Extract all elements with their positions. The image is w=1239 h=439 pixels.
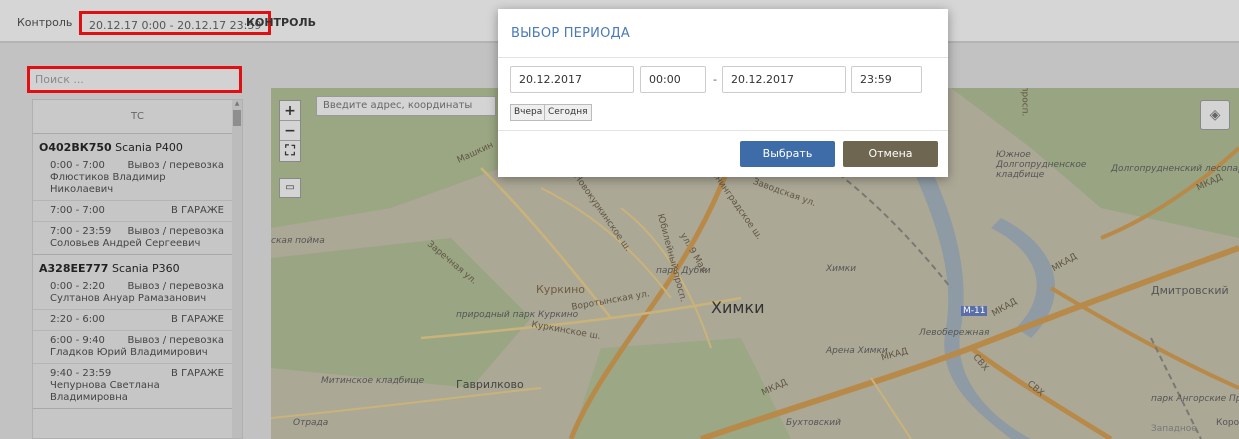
- trip-driver: Соловьев Андрей Сергеевич: [50, 238, 201, 249]
- trip-row[interactable]: 7:00 - 7:00 В ГАРАЖЕ: [33, 201, 232, 222]
- period-dialog: ВЫБОР ПЕРИОДА 20.12.2017 00:00 - 20.12.2…: [498, 9, 948, 177]
- map-label-gavrilkovo: Гаврилково: [456, 378, 524, 391]
- vehicle-list-panel: ТС О402ВК750 Scania P400 0:00 - 7:00 Выво…: [32, 99, 243, 439]
- range-dash: -: [713, 73, 717, 86]
- vehicle-title[interactable]: А328ЕЕ777 Scania P360: [33, 255, 242, 277]
- trip-type: В ГАРАЖЕ: [171, 368, 224, 379]
- trip-row[interactable]: 9:40 - 23:59 В ГАРАЖЕ Чепурнова Светлана …: [33, 364, 232, 408]
- map-label-dolgoprud-forest: Долгопрудненский лесопарк: [1111, 164, 1239, 174]
- dialog-divider: [498, 130, 948, 131]
- scroll-up-icon[interactable]: ▲: [233, 100, 241, 108]
- map-label-koro: Коро: [1216, 418, 1239, 428]
- trip-driver: Гладков Юрий Владимирович: [50, 347, 208, 358]
- zoom-in-button[interactable]: +: [280, 101, 300, 121]
- trip-driver: Чепурнова Светлана Владимировна: [50, 380, 160, 403]
- period-range-button[interactable]: 20.12.17 0:00 - 20.12.17 23:59: [79, 11, 272, 35]
- trip-time: 2:20 - 6:00: [50, 314, 105, 325]
- cancel-button[interactable]: Отмена: [843, 141, 938, 167]
- trip-time: 7:00 - 23:59: [50, 226, 112, 237]
- map-label-khimki: Химки: [711, 298, 765, 317]
- trip-type: Вывоз / перевозка: [127, 160, 225, 171]
- layers-icon[interactable]: ◈: [1200, 100, 1230, 130]
- trip-type: В ГАРАЖЕ: [171, 314, 224, 325]
- trip-row[interactable]: 6:00 - 9:40 Вывоз / перевозка Гладков Юри…: [33, 331, 232, 364]
- yesterday-button[interactable]: Вчера: [510, 104, 547, 121]
- trip-time: 0:00 - 2:20: [50, 281, 105, 292]
- zoom-out-button[interactable]: −: [280, 121, 300, 141]
- map-label-bukhta: Бухтовский: [786, 418, 841, 428]
- map-label-yuzhnoe: Южное Долгопрудненское кладбище: [996, 150, 1087, 180]
- time-from-input[interactable]: 00:00: [640, 66, 706, 93]
- trip-time: 6:00 - 9:40: [50, 335, 105, 346]
- trip-type: В ГАРАЖЕ: [171, 205, 224, 216]
- trip-driver: Флюстиков Владимир Николаевич: [50, 172, 166, 195]
- vehicle-title[interactable]: О402ВК750 Scania P400: [33, 134, 242, 156]
- map-label-levoberezh: Левобережная: [919, 328, 990, 338]
- date-from-input[interactable]: 20.12.2017: [510, 66, 634, 93]
- trip-type: Вывоз / перевозка: [127, 281, 225, 292]
- map-label-dmitrovsky: Дмитровский: [1151, 284, 1229, 297]
- trip-type: Вывоз / перевозка: [127, 335, 225, 346]
- trip-row[interactable]: 7:00 - 23:59 Вывоз / перевозка Соловьев А…: [33, 222, 232, 254]
- fullscreen-icon[interactable]: ⛶: [280, 141, 300, 161]
- vehicle-item[interactable]: А328ЕЕ777 Scania P360 0:00 - 2:20 Вывоз /…: [33, 255, 242, 409]
- map-label-prosp: просп.: [1019, 88, 1030, 117]
- map-label-anggorskie: парк Ангорские Пруды: [1151, 394, 1239, 404]
- trip-time: 7:00 - 7:00: [50, 205, 105, 216]
- dialog-divider: [498, 57, 948, 58]
- dialog-title: ВЫБОР ПЕРИОДА: [511, 26, 630, 41]
- vehicle-item[interactable]: О402ВК750 Scania P400 0:00 - 7:00 Вывоз /…: [33, 134, 242, 255]
- today-button[interactable]: Сегодня: [544, 104, 592, 121]
- address-search-input[interactable]: Введите адрес, координаты: [316, 96, 496, 116]
- date-to-input[interactable]: 20.12.2017: [722, 66, 846, 93]
- zoom-control: + − ⛶: [279, 100, 301, 162]
- time-to-input[interactable]: 23:59: [851, 66, 922, 93]
- scroll-thumb[interactable]: [233, 110, 241, 126]
- vehicle-plate: А328ЕЕ777: [39, 262, 109, 275]
- trip-row[interactable]: 0:00 - 7:00 Вывоз / перевозка Флюстиков В…: [33, 156, 232, 201]
- breadcrumb-root[interactable]: Контроль: [17, 16, 72, 29]
- map-label-m11: М-11: [961, 306, 988, 316]
- map-label-mitinskoe: Митинское кладбище: [321, 376, 425, 386]
- search-input[interactable]: Поиск ...: [27, 66, 242, 93]
- vehicle-model: Scania P360: [111, 262, 180, 275]
- ruler-icon[interactable]: ▭: [279, 178, 301, 198]
- map-label-prirodny-park: природный парк Куркино: [456, 310, 579, 320]
- map-label-skhodnenskaya: ская пойма: [271, 236, 325, 246]
- vehicle-plate: О402ВК750: [39, 141, 112, 154]
- trip-driver: Султанов Ануар Рамазанович: [50, 293, 207, 304]
- map-label-khimki-station: Химки: [826, 264, 857, 274]
- list-scrollbar[interactable]: ▲: [232, 100, 242, 438]
- map-label-otrada: Отрада: [293, 418, 329, 428]
- map-label-arena: Арена Химки: [826, 346, 888, 356]
- trip-time: 0:00 - 7:00: [50, 160, 105, 171]
- list-header: ТС: [33, 100, 242, 134]
- map-label-kurkino: Куркино: [536, 283, 586, 296]
- page-title: КОНТРОЛЬ: [246, 16, 316, 29]
- select-button[interactable]: Выбрать: [740, 141, 835, 167]
- trip-row[interactable]: 2:20 - 6:00 В ГАРАЖЕ: [33, 310, 232, 331]
- trip-time: 9:40 - 23:59: [50, 368, 112, 379]
- map-label-zapadnoe: Западное: [1151, 424, 1197, 434]
- vehicle-model: Scania P400: [115, 141, 183, 154]
- trip-type: Вывоз / перевозка: [127, 226, 225, 237]
- trip-row[interactable]: 0:00 - 2:20 Вывоз / перевозка Султанов Ан…: [33, 277, 232, 310]
